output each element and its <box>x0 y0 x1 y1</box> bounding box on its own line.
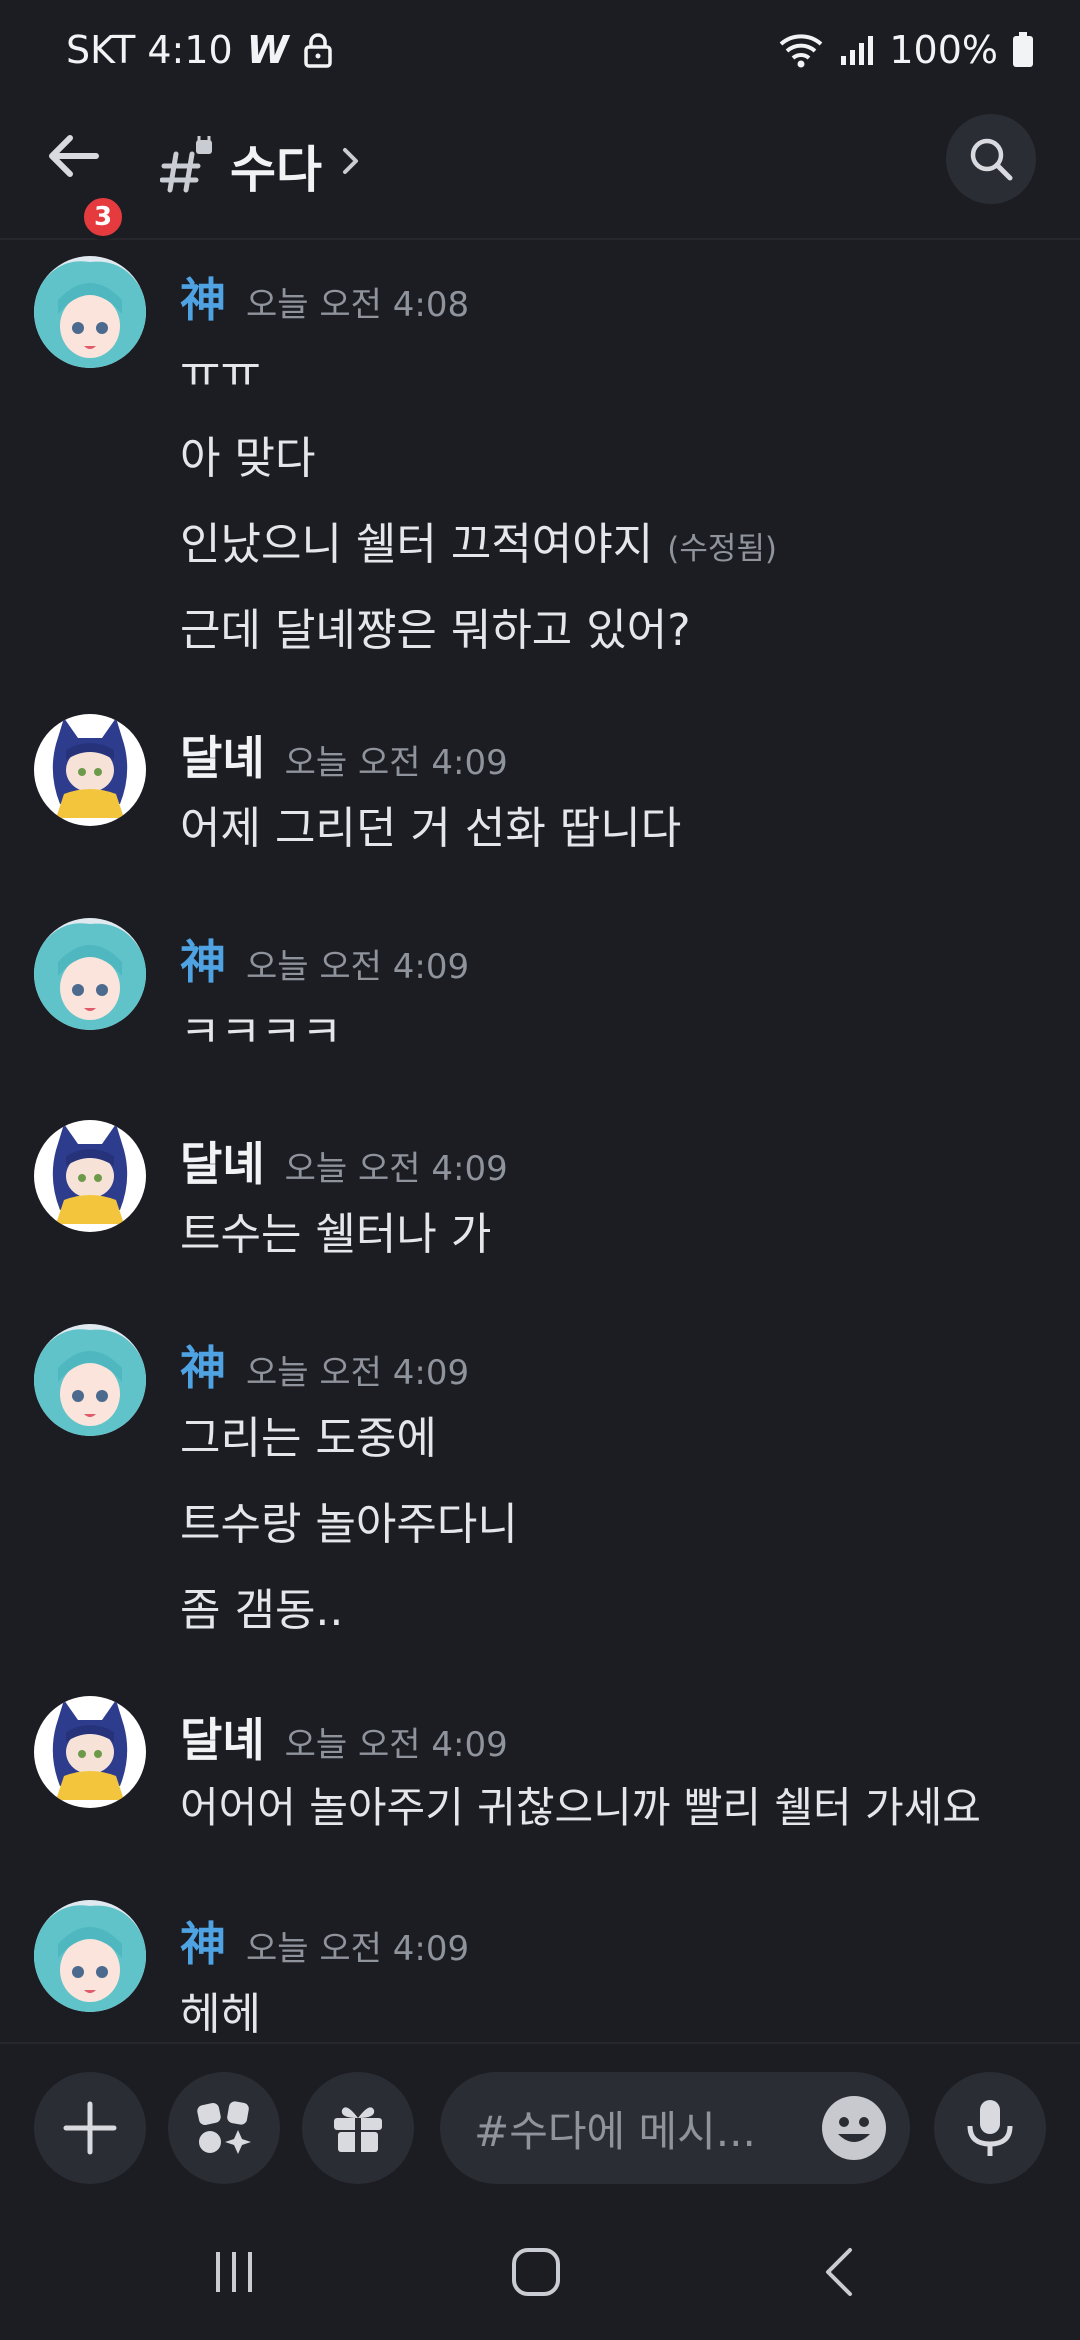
timestamp: 오늘 오전 4:09 <box>284 743 508 783</box>
message-header: 神 오늘 오전 4:09 <box>180 926 469 992</box>
avatar[interactable] <box>34 256 146 368</box>
timestamp: 오늘 오전 4:09 <box>246 947 470 987</box>
status-left: SKT 4:10 W <box>66 28 333 72</box>
unread-badge: 3 <box>80 194 126 240</box>
w-app-icon: W <box>246 28 289 72</box>
message-list[interactable]: 神 오늘 오전 4:08 ㅠㅠ 아 맞다 인났으니 쉘터 끄적여야지 (수정됨)… <box>0 242 1080 2042</box>
avatar[interactable] <box>34 1900 146 2012</box>
author-name[interactable]: 神 <box>180 1908 226 1974</box>
author-name[interactable]: 달녜 <box>180 1704 265 1770</box>
message-text: 근데 달녜쨩은 뭐하고 있어? <box>180 605 691 656</box>
timestamp: 오늘 오전 4:09 <box>284 1149 508 1189</box>
channel-header: 3 수다 <box>0 100 1080 240</box>
message-text: 헤헤 <box>180 1989 261 2040</box>
message-text: 인났으니 쉘터 끄적여야지 (수정됨) <box>180 508 777 572</box>
plus-icon <box>63 2101 117 2155</box>
microphone-icon <box>967 2100 1013 2156</box>
message-header: 달녜 오늘 오전 4:09 <box>180 722 508 788</box>
emoji-icon <box>824 2098 884 2158</box>
voice-message-button[interactable] <box>934 2072 1046 2184</box>
apps-button[interactable] <box>168 2072 280 2184</box>
author-name[interactable]: 神 <box>180 1332 226 1398</box>
gift-button[interactable] <box>302 2072 414 2184</box>
message-text-content: 인났으니 쉘터 끄적여야지 <box>180 519 654 570</box>
wifi-icon <box>780 34 823 68</box>
carrier-time: SKT 4:10 <box>66 28 233 72</box>
timestamp: 오늘 오전 4:09 <box>284 1725 508 1765</box>
system-back-icon[interactable] <box>810 2242 870 2302</box>
channel-name[interactable]: 수다 <box>230 130 322 202</box>
message-input-placeholder: #수다에 메시... <box>474 2106 756 2156</box>
recent-apps-icon[interactable] <box>204 2242 264 2302</box>
battery-icon <box>1013 32 1033 67</box>
avatar-image <box>34 1696 146 1808</box>
author-name[interactable]: 神 <box>180 926 226 992</box>
back-button[interactable]: 3 <box>44 126 126 240</box>
apps-icon <box>197 2101 251 2154</box>
system-nav-bar <box>0 2202 1080 2340</box>
signal-icon <box>841 36 874 65</box>
author-name[interactable]: 神 <box>180 264 226 330</box>
message-input[interactable]: #수다에 메시... <box>440 2072 910 2184</box>
chevron-right-icon[interactable] <box>340 146 362 176</box>
edited-label: (수정됨) <box>667 531 778 567</box>
avatar-image <box>34 714 146 826</box>
message-text: 그리는 도중에 <box>180 1413 437 1464</box>
timestamp: 오늘 오전 4:09 <box>246 1353 470 1393</box>
battery-percent: 100% <box>889 28 998 72</box>
message-text: 좀 갬동.. <box>180 1585 344 1636</box>
author-name[interactable]: 달녜 <box>180 1128 265 1194</box>
timestamp: 오늘 오전 4:08 <box>246 285 470 325</box>
gift-icon <box>334 2107 382 2152</box>
status-right: 100% <box>777 28 1034 72</box>
message-text: 트수는 쉘터나 가 <box>180 1209 492 1260</box>
avatar[interactable] <box>34 1120 146 1232</box>
timestamp: 오늘 오전 4:09 <box>246 1929 470 1969</box>
search-icon <box>970 138 1013 181</box>
add-attachment-button[interactable] <box>34 2072 146 2184</box>
avatar[interactable] <box>34 714 146 826</box>
message-text: 어어어 놀아주기 귀찮으니까 빨리 쉘터 가세요 <box>180 1783 981 1832</box>
avatar-image <box>34 256 146 368</box>
avatar[interactable] <box>34 1324 146 1436</box>
message-text: 아 맞다 <box>180 433 316 484</box>
message-text: ㅠㅠ <box>180 347 261 398</box>
back-arrow-icon <box>49 135 99 177</box>
avatar[interactable] <box>34 1696 146 1808</box>
emoji-button[interactable] <box>822 2096 886 2160</box>
message-header: 神 오늘 오전 4:08 <box>180 264 469 330</box>
channel-hash-icon <box>160 136 212 193</box>
message-text: ㅋㅋㅋㅋ <box>180 1007 342 1058</box>
message-header: 달녜 오늘 오전 4:09 <box>180 1128 508 1194</box>
message-text: 어제 그리던 거 선화 땁니다 <box>180 803 682 854</box>
avatar-image <box>34 918 146 1030</box>
avatar-image <box>34 1900 146 2012</box>
avatar-image <box>34 1324 146 1436</box>
avatar-image <box>34 1120 146 1232</box>
message-header: 달녜 오늘 오전 4:09 <box>180 1704 508 1770</box>
message-text: 트수랑 놀아주다니 <box>180 1499 518 1550</box>
status-bar: SKT 4:10 W 100% <box>0 0 1080 100</box>
search-button[interactable] <box>946 114 1036 204</box>
avatar[interactable] <box>34 918 146 1030</box>
lock-icon <box>303 33 332 68</box>
home-icon[interactable] <box>506 2242 566 2302</box>
author-name[interactable]: 달녜 <box>180 722 265 788</box>
message-header: 神 오늘 오전 4:09 <box>180 1908 469 1974</box>
message-header: 神 오늘 오전 4:09 <box>180 1332 469 1398</box>
message-composer: #수다에 메시... <box>0 2042 1080 2202</box>
